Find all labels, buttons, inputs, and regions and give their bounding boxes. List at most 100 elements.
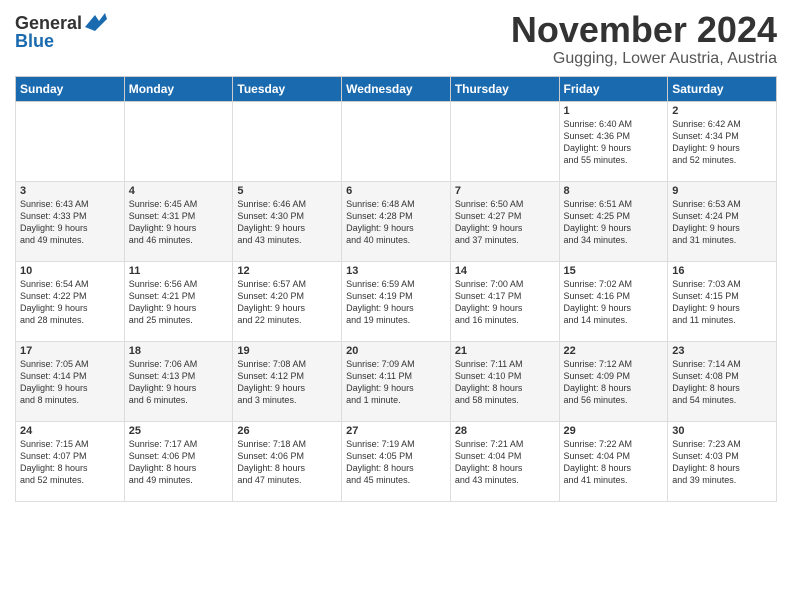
day-info: Sunrise: 7:22 AM Sunset: 4:04 PM Dayligh… xyxy=(564,438,664,487)
day-number: 28 xyxy=(455,425,555,437)
calendar-cell: 13Sunrise: 6:59 AM Sunset: 4:19 PM Dayli… xyxy=(342,261,451,341)
header-monday: Monday xyxy=(124,76,233,101)
day-number: 29 xyxy=(564,425,664,437)
calendar-cell xyxy=(233,101,342,181)
day-number: 30 xyxy=(672,425,772,437)
calendar-header-row: Sunday Monday Tuesday Wednesday Thursday… xyxy=(16,76,777,101)
day-info: Sunrise: 7:15 AM Sunset: 4:07 PM Dayligh… xyxy=(20,438,120,487)
calendar-cell: 17Sunrise: 7:05 AM Sunset: 4:14 PM Dayli… xyxy=(16,341,125,421)
calendar-cell: 16Sunrise: 7:03 AM Sunset: 4:15 PM Dayli… xyxy=(668,261,777,341)
calendar-cell: 26Sunrise: 7:18 AM Sunset: 4:06 PM Dayli… xyxy=(233,421,342,501)
calendar-cell: 2Sunrise: 6:42 AM Sunset: 4:34 PM Daylig… xyxy=(668,101,777,181)
calendar-table: Sunday Monday Tuesday Wednesday Thursday… xyxy=(15,76,777,502)
calendar-cell: 3Sunrise: 6:43 AM Sunset: 4:33 PM Daylig… xyxy=(16,181,125,261)
day-info: Sunrise: 6:59 AM Sunset: 4:19 PM Dayligh… xyxy=(346,278,446,327)
location-title: Gugging, Lower Austria, Austria xyxy=(511,50,777,68)
day-number: 18 xyxy=(129,345,229,357)
calendar-cell: 5Sunrise: 6:46 AM Sunset: 4:30 PM Daylig… xyxy=(233,181,342,261)
header-friday: Friday xyxy=(559,76,668,101)
day-info: Sunrise: 7:00 AM Sunset: 4:17 PM Dayligh… xyxy=(455,278,555,327)
month-title: November 2024 xyxy=(511,10,777,50)
calendar-cell xyxy=(342,101,451,181)
page-container: General Blue November 2024 Gugging, Lowe… xyxy=(0,0,792,507)
day-info: Sunrise: 7:12 AM Sunset: 4:09 PM Dayligh… xyxy=(564,358,664,407)
day-number: 10 xyxy=(20,265,120,277)
day-info: Sunrise: 6:42 AM Sunset: 4:34 PM Dayligh… xyxy=(672,118,772,167)
calendar-cell: 23Sunrise: 7:14 AM Sunset: 4:08 PM Dayli… xyxy=(668,341,777,421)
calendar-cell: 19Sunrise: 7:08 AM Sunset: 4:12 PM Dayli… xyxy=(233,341,342,421)
day-number: 17 xyxy=(20,345,120,357)
calendar-cell: 10Sunrise: 6:54 AM Sunset: 4:22 PM Dayli… xyxy=(16,261,125,341)
header-sunday: Sunday xyxy=(16,76,125,101)
day-number: 20 xyxy=(346,345,446,357)
day-number: 15 xyxy=(564,265,664,277)
day-number: 8 xyxy=(564,185,664,197)
day-number: 12 xyxy=(237,265,337,277)
day-number: 21 xyxy=(455,345,555,357)
day-number: 13 xyxy=(346,265,446,277)
day-info: Sunrise: 7:17 AM Sunset: 4:06 PM Dayligh… xyxy=(129,438,229,487)
calendar-cell xyxy=(124,101,233,181)
calendar-cell: 30Sunrise: 7:23 AM Sunset: 4:03 PM Dayli… xyxy=(668,421,777,501)
day-number: 14 xyxy=(455,265,555,277)
day-info: Sunrise: 7:23 AM Sunset: 4:03 PM Dayligh… xyxy=(672,438,772,487)
logo: General Blue xyxy=(15,14,107,50)
day-number: 4 xyxy=(129,185,229,197)
calendar-week-row: 10Sunrise: 6:54 AM Sunset: 4:22 PM Dayli… xyxy=(16,261,777,341)
day-info: Sunrise: 6:54 AM Sunset: 4:22 PM Dayligh… xyxy=(20,278,120,327)
calendar-cell: 24Sunrise: 7:15 AM Sunset: 4:07 PM Dayli… xyxy=(16,421,125,501)
day-number: 23 xyxy=(672,345,772,357)
day-info: Sunrise: 6:51 AM Sunset: 4:25 PM Dayligh… xyxy=(564,198,664,247)
calendar-cell: 8Sunrise: 6:51 AM Sunset: 4:25 PM Daylig… xyxy=(559,181,668,261)
title-area: November 2024 Gugging, Lower Austria, Au… xyxy=(511,10,777,68)
day-info: Sunrise: 7:05 AM Sunset: 4:14 PM Dayligh… xyxy=(20,358,120,407)
calendar-cell: 6Sunrise: 6:48 AM Sunset: 4:28 PM Daylig… xyxy=(342,181,451,261)
header-thursday: Thursday xyxy=(450,76,559,101)
day-info: Sunrise: 7:19 AM Sunset: 4:05 PM Dayligh… xyxy=(346,438,446,487)
calendar-week-row: 3Sunrise: 6:43 AM Sunset: 4:33 PM Daylig… xyxy=(16,181,777,261)
logo-bird-icon xyxy=(85,13,107,31)
day-number: 16 xyxy=(672,265,772,277)
day-info: Sunrise: 6:57 AM Sunset: 4:20 PM Dayligh… xyxy=(237,278,337,327)
calendar-cell: 1Sunrise: 6:40 AM Sunset: 4:36 PM Daylig… xyxy=(559,101,668,181)
day-info: Sunrise: 6:56 AM Sunset: 4:21 PM Dayligh… xyxy=(129,278,229,327)
day-info: Sunrise: 6:45 AM Sunset: 4:31 PM Dayligh… xyxy=(129,198,229,247)
day-number: 19 xyxy=(237,345,337,357)
calendar-cell: 29Sunrise: 7:22 AM Sunset: 4:04 PM Dayli… xyxy=(559,421,668,501)
calendar-cell: 20Sunrise: 7:09 AM Sunset: 4:11 PM Dayli… xyxy=(342,341,451,421)
day-number: 6 xyxy=(346,185,446,197)
day-number: 27 xyxy=(346,425,446,437)
calendar-cell xyxy=(450,101,559,181)
day-info: Sunrise: 6:48 AM Sunset: 4:28 PM Dayligh… xyxy=(346,198,446,247)
day-info: Sunrise: 7:14 AM Sunset: 4:08 PM Dayligh… xyxy=(672,358,772,407)
day-info: Sunrise: 7:02 AM Sunset: 4:16 PM Dayligh… xyxy=(564,278,664,327)
day-info: Sunrise: 6:40 AM Sunset: 4:36 PM Dayligh… xyxy=(564,118,664,167)
day-number: 7 xyxy=(455,185,555,197)
day-number: 3 xyxy=(20,185,120,197)
calendar-cell: 28Sunrise: 7:21 AM Sunset: 4:04 PM Dayli… xyxy=(450,421,559,501)
day-number: 1 xyxy=(564,105,664,117)
day-number: 26 xyxy=(237,425,337,437)
day-info: Sunrise: 7:11 AM Sunset: 4:10 PM Dayligh… xyxy=(455,358,555,407)
calendar-week-row: 24Sunrise: 7:15 AM Sunset: 4:07 PM Dayli… xyxy=(16,421,777,501)
header-area: General Blue November 2024 Gugging, Lowe… xyxy=(15,10,777,68)
day-info: Sunrise: 7:21 AM Sunset: 4:04 PM Dayligh… xyxy=(455,438,555,487)
header-wednesday: Wednesday xyxy=(342,76,451,101)
day-number: 2 xyxy=(672,105,772,117)
header-saturday: Saturday xyxy=(668,76,777,101)
logo-blue-text: Blue xyxy=(15,32,54,50)
day-info: Sunrise: 7:03 AM Sunset: 4:15 PM Dayligh… xyxy=(672,278,772,327)
logo-general-text: General xyxy=(15,14,82,32)
day-info: Sunrise: 6:43 AM Sunset: 4:33 PM Dayligh… xyxy=(20,198,120,247)
day-info: Sunrise: 7:08 AM Sunset: 4:12 PM Dayligh… xyxy=(237,358,337,407)
calendar-week-row: 1Sunrise: 6:40 AM Sunset: 4:36 PM Daylig… xyxy=(16,101,777,181)
header-tuesday: Tuesday xyxy=(233,76,342,101)
day-info: Sunrise: 6:53 AM Sunset: 4:24 PM Dayligh… xyxy=(672,198,772,247)
calendar-cell: 14Sunrise: 7:00 AM Sunset: 4:17 PM Dayli… xyxy=(450,261,559,341)
calendar-week-row: 17Sunrise: 7:05 AM Sunset: 4:14 PM Dayli… xyxy=(16,341,777,421)
day-info: Sunrise: 7:09 AM Sunset: 4:11 PM Dayligh… xyxy=(346,358,446,407)
day-number: 24 xyxy=(20,425,120,437)
calendar-cell: 4Sunrise: 6:45 AM Sunset: 4:31 PM Daylig… xyxy=(124,181,233,261)
day-info: Sunrise: 6:50 AM Sunset: 4:27 PM Dayligh… xyxy=(455,198,555,247)
calendar-cell: 7Sunrise: 6:50 AM Sunset: 4:27 PM Daylig… xyxy=(450,181,559,261)
